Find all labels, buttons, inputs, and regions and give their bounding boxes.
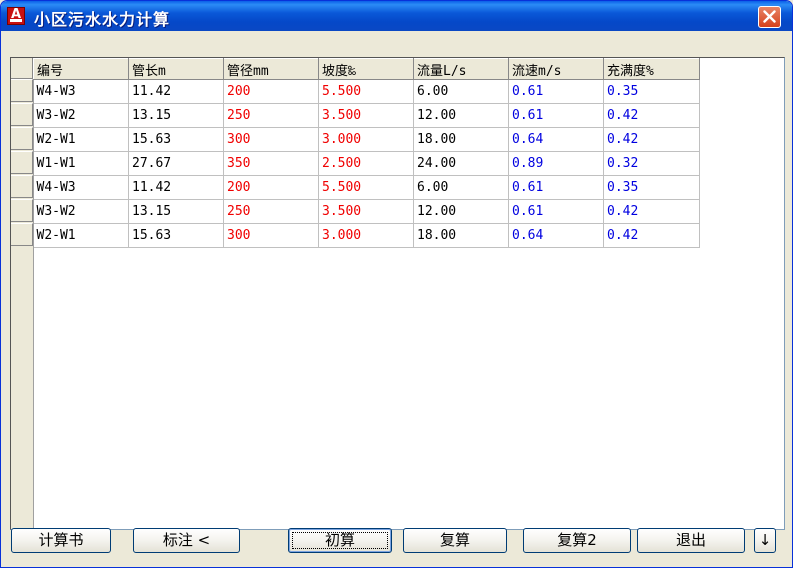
cell-id[interactable]: W3-W2 <box>33 103 129 128</box>
initial-calc-button[interactable]: 初算 <box>288 528 392 553</box>
table-row[interactable]: W4-W3 11.42 200 5.500 6.00 0.61 0.35 <box>33 79 700 104</box>
table-row[interactable]: W2-W1 15.63 300 3.000 18.00 0.64 0.42 <box>33 127 700 152</box>
cell-flow[interactable]: 12.00 <box>413 199 509 224</box>
cell-fullness[interactable]: 0.35 <box>603 175 700 200</box>
cell-diameter[interactable]: 300 <box>223 127 319 152</box>
cell-slope[interactable]: 2.500 <box>318 151 414 176</box>
col-header-diameter[interactable]: 管径mm <box>223 58 319 80</box>
cell-fullness[interactable]: 0.42 <box>603 127 700 152</box>
cell-id[interactable]: W2-W1 <box>33 127 129 152</box>
cell-id[interactable]: W2-W1 <box>33 223 129 248</box>
cell-flow[interactable]: 6.00 <box>413 79 509 104</box>
row-header[interactable] <box>11 79 33 102</box>
cell-length[interactable]: 15.63 <box>128 127 224 152</box>
cell-flow[interactable]: 12.00 <box>413 103 509 128</box>
cell-diameter[interactable]: 250 <box>223 103 319 128</box>
cell-fullness[interactable]: 0.42 <box>603 199 700 224</box>
cell-diameter[interactable]: 350 <box>223 151 319 176</box>
cell-diameter[interactable]: 300 <box>223 223 319 248</box>
annotate-button[interactable]: 标注 < <box>133 528 240 553</box>
table-row[interactable]: W2-W1 15.63 300 3.000 18.00 0.64 0.42 <box>33 223 700 248</box>
cell-length[interactable]: 13.15 <box>128 199 224 224</box>
cell-length[interactable]: 11.42 <box>128 175 224 200</box>
header-row: 编号 管长m 管径mm 坡度‰ 流量L/s 流速m/s 充满度% <box>33 58 700 80</box>
cell-flow[interactable]: 24.00 <box>413 151 509 176</box>
cell-velocity[interactable]: 0.64 <box>508 223 604 248</box>
close-icon <box>763 10 776 23</box>
cell-diameter[interactable]: 250 <box>223 199 319 224</box>
results-grid[interactable]: 编号 管长m 管径mm 坡度‰ 流量L/s 流速m/s 充满度% W4-W3 11… <box>10 57 785 530</box>
row-header[interactable] <box>11 127 33 150</box>
results-table: 编号 管长m 管径mm 坡度‰ 流量L/s 流速m/s 充满度% W4-W3 11… <box>33 58 700 248</box>
row-header[interactable] <box>11 151 33 174</box>
cell-velocity[interactable]: 0.61 <box>508 103 604 128</box>
cell-velocity[interactable]: 0.61 <box>508 79 604 104</box>
more-arrow-button[interactable]: ↓ <box>754 528 776 553</box>
cell-diameter[interactable]: 200 <box>223 175 319 200</box>
cell-length[interactable]: 27.67 <box>128 151 224 176</box>
cell-length[interactable]: 11.42 <box>128 79 224 104</box>
row-header[interactable] <box>11 103 33 126</box>
cell-slope[interactable]: 3.500 <box>318 103 414 128</box>
cell-id[interactable]: W1-W1 <box>33 151 129 176</box>
close-button[interactable] <box>758 6 781 28</box>
dialog-client: 编号 管长m 管径mm 坡度‰ 流量L/s 流速m/s 充满度% W4-W3 11… <box>5 31 788 565</box>
cell-fullness[interactable]: 0.35 <box>603 79 700 104</box>
col-header-flow[interactable]: 流量L/s <box>413 58 509 80</box>
cell-length[interactable]: 15.63 <box>128 223 224 248</box>
table-row[interactable]: W3-W2 13.15 250 3.500 12.00 0.61 0.42 <box>33 103 700 128</box>
cell-velocity[interactable]: 0.61 <box>508 175 604 200</box>
table-row[interactable]: W3-W2 13.15 250 3.500 12.00 0.61 0.42 <box>33 199 700 224</box>
cell-id[interactable]: W4-W3 <box>33 79 129 104</box>
table-row[interactable]: W4-W3 11.42 200 5.500 6.00 0.61 0.35 <box>33 175 700 200</box>
cell-velocity[interactable]: 0.61 <box>508 199 604 224</box>
col-header-length[interactable]: 管长m <box>128 58 224 80</box>
col-header-velocity[interactable]: 流速m/s <box>508 58 604 80</box>
cell-slope[interactable]: 3.500 <box>318 199 414 224</box>
col-header-fullness[interactable]: 充满度% <box>603 58 700 80</box>
cell-flow[interactable]: 18.00 <box>413 223 509 248</box>
col-header-id[interactable]: 编号 <box>33 58 129 80</box>
cell-slope[interactable]: 3.000 <box>318 127 414 152</box>
recheck2-button[interactable]: 复算2 <box>523 528 631 553</box>
cell-slope[interactable]: 3.000 <box>318 223 414 248</box>
row-header[interactable] <box>11 199 33 222</box>
row-header[interactable] <box>11 223 33 246</box>
recheck-button[interactable]: 复算 <box>403 528 507 553</box>
app-icon: A <box>7 7 25 25</box>
row-header[interactable] <box>11 175 33 198</box>
cell-slope[interactable]: 5.500 <box>318 79 414 104</box>
col-header-slope[interactable]: 坡度‰ <box>318 58 414 80</box>
cell-fullness[interactable]: 0.42 <box>603 223 700 248</box>
cell-fullness[interactable]: 0.32 <box>603 151 700 176</box>
cell-id[interactable]: W4-W3 <box>33 175 129 200</box>
window-title: 小区污水水力计算 <box>34 10 171 29</box>
cell-length[interactable]: 13.15 <box>128 103 224 128</box>
title-bar[interactable]: A 小区污水水力计算 <box>1 1 792 31</box>
cell-velocity[interactable]: 0.89 <box>508 151 604 176</box>
cell-flow[interactable]: 6.00 <box>413 175 509 200</box>
cell-fullness[interactable]: 0.42 <box>603 103 700 128</box>
exit-button[interactable]: 退出 <box>637 528 745 553</box>
table-row[interactable]: W1-W1 27.67 350 2.500 24.00 0.89 0.32 <box>33 151 700 176</box>
cell-diameter[interactable]: 200 <box>223 79 319 104</box>
grid-corner-cell[interactable] <box>11 58 33 79</box>
cell-slope[interactable]: 5.500 <box>318 175 414 200</box>
cell-id[interactable]: W3-W2 <box>33 199 129 224</box>
cell-velocity[interactable]: 0.64 <box>508 127 604 152</box>
cell-flow[interactable]: 18.00 <box>413 127 509 152</box>
calc-book-button[interactable]: 计算书 <box>11 528 111 553</box>
dialog-window: A 小区污水水力计算 编号 管长m 管径mm 坡度‰ 流量L/s 流速m/s 充… <box>0 0 793 568</box>
